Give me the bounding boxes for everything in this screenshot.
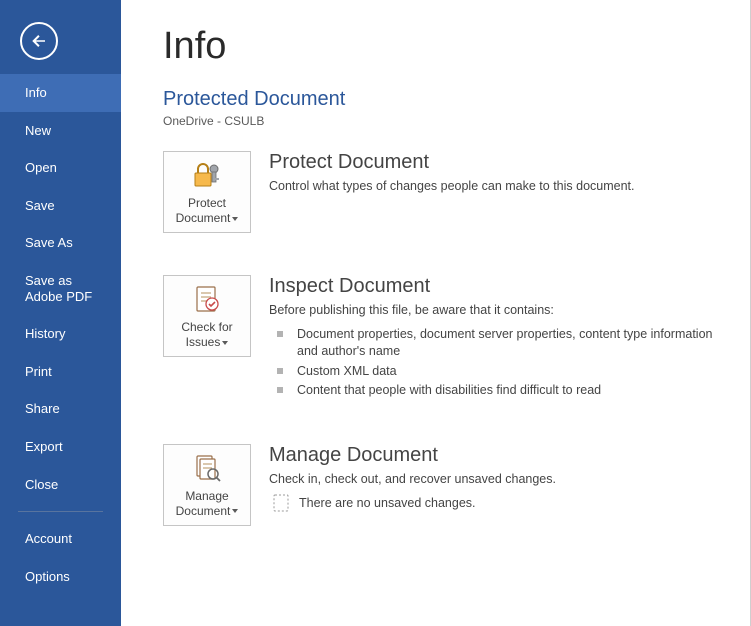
inspect-issue-item: Content that people with disabilities fi… bbox=[277, 382, 730, 400]
nav-options[interactable]: Options bbox=[0, 558, 121, 596]
document-dashed-icon bbox=[273, 494, 289, 512]
nav-save[interactable]: Save bbox=[0, 187, 121, 225]
nav-save-as[interactable]: Save As bbox=[0, 224, 121, 262]
nav-info[interactable]: Info bbox=[0, 74, 121, 112]
manage-section: Manage Document Manage Document Check in… bbox=[163, 444, 730, 526]
unsaved-status: There are no unsaved changes. bbox=[299, 496, 476, 510]
nav-share[interactable]: Share bbox=[0, 390, 121, 428]
chevron-down-icon bbox=[232, 217, 238, 221]
info-pane: Info Protected Document OneDrive - CSULB… bbox=[121, 0, 751, 626]
document-manage-icon bbox=[193, 451, 221, 485]
manage-document-button[interactable]: Manage Document bbox=[163, 444, 251, 526]
inspect-issues-list: Document properties, document server pro… bbox=[269, 326, 730, 400]
inspect-title: Inspect Document bbox=[269, 275, 730, 298]
nav-open[interactable]: Open bbox=[0, 149, 121, 187]
nav-new[interactable]: New bbox=[0, 112, 121, 150]
nav-close[interactable]: Close bbox=[0, 466, 121, 504]
nav-export[interactable]: Export bbox=[0, 428, 121, 466]
inspect-desc: Before publishing this file, be aware th… bbox=[269, 302, 730, 320]
page-title: Info bbox=[163, 25, 730, 68]
manage-button-label: Manage Document bbox=[176, 489, 231, 518]
document-check-icon bbox=[194, 282, 220, 316]
chevron-down-icon bbox=[222, 341, 228, 345]
lock-key-icon bbox=[192, 158, 222, 192]
protect-title: Protect Document bbox=[269, 151, 730, 174]
nav-account[interactable]: Account bbox=[0, 520, 121, 558]
inspect-issue-item: Custom XML data bbox=[277, 363, 730, 381]
chevron-down-icon bbox=[232, 509, 238, 513]
check-for-issues-button[interactable]: Check for Issues bbox=[163, 275, 251, 357]
back-button[interactable] bbox=[20, 22, 58, 60]
nav-separator bbox=[18, 511, 103, 512]
back-arrow-icon bbox=[30, 32, 48, 50]
protect-desc: Control what types of changes people can… bbox=[269, 178, 730, 196]
nav-save-as-adobe-pdf[interactable]: Save as Adobe PDF bbox=[0, 262, 121, 315]
protect-section: Protect Document Protect Document Contro… bbox=[163, 151, 730, 233]
manage-desc: Check in, check out, and recover unsaved… bbox=[269, 471, 730, 489]
document-location: OneDrive - CSULB bbox=[163, 114, 730, 128]
backstage-sidebar: Info New Open Save Save As Save as Adobe… bbox=[0, 0, 121, 626]
protect-button-label: Protect Document bbox=[176, 196, 231, 225]
manage-title: Manage Document bbox=[269, 444, 730, 467]
nav-history[interactable]: History bbox=[0, 315, 121, 353]
nav-print[interactable]: Print bbox=[0, 353, 121, 391]
document-title: Protected Document bbox=[163, 88, 730, 111]
protect-document-button[interactable]: Protect Document bbox=[163, 151, 251, 233]
inspect-section: Check for Issues Inspect Document Before… bbox=[163, 275, 730, 402]
inspect-issue-item: Document properties, document server pro… bbox=[277, 326, 730, 361]
